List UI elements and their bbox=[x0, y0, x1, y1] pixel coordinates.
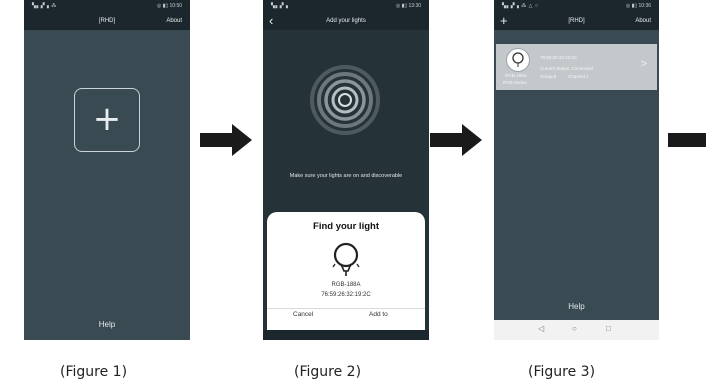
top-bar: [RHD] About bbox=[24, 12, 190, 30]
light-bulb-icon bbox=[512, 52, 524, 67]
add-to-button[interactable]: Add to bbox=[369, 311, 388, 318]
figure2-phone: ▚▖▞▗ ◎ ▮▯ 13:30 ‹ Add your lights Make s… bbox=[263, 0, 429, 340]
top-bar: + [RHD] About bbox=[494, 12, 659, 30]
device-series: RGB Series bbox=[503, 80, 527, 85]
device-group: Group:8 bbox=[540, 74, 557, 79]
find-light-sheet: Find your light RGB-188A 76:59:26:32:19:… bbox=[267, 212, 425, 330]
cancel-button[interactable]: Cancel bbox=[293, 311, 313, 318]
nav-bar: ◁ ○ □ bbox=[494, 320, 659, 340]
figure1-phone: ▚▖▞▗ ⁂ ◎ ▮▯ 10:50 [RHD] About + Help bbox=[24, 0, 190, 340]
status-left: ▚▖▞▗ ⁂ △ ○ bbox=[502, 3, 539, 9]
help-link[interactable]: Help bbox=[24, 320, 190, 329]
about-button[interactable]: About bbox=[635, 12, 651, 30]
device-card[interactable]: RGB-188A RGB Series 76:59:26:32:19:2C Cu… bbox=[496, 44, 657, 90]
device-avatar bbox=[506, 48, 530, 72]
figure1-caption: (Figure 1) bbox=[60, 364, 128, 380]
status-left: ▚▖▞▗ bbox=[271, 3, 289, 9]
device-mac: 76:59:26:32:19:2C bbox=[321, 292, 371, 298]
divider bbox=[267, 308, 425, 309]
nav-bar bbox=[263, 330, 429, 340]
about-button[interactable]: About bbox=[166, 12, 182, 30]
plus-icon: + bbox=[92, 99, 122, 139]
status-bar: ▚▖▞▗ ◎ ▮▯ 13:30 bbox=[263, 0, 429, 12]
light-bulb-icon bbox=[332, 242, 360, 276]
nav-back-icon[interactable]: ◁ bbox=[538, 324, 544, 333]
page-title: Add your lights bbox=[326, 18, 366, 24]
figure3-caption: (Figure 3) bbox=[528, 364, 596, 380]
sheet-title: Find your light bbox=[313, 221, 379, 232]
scanning-rings-icon bbox=[310, 65, 380, 135]
device-model: RGB-188A bbox=[331, 282, 361, 288]
app-title: [RHD] bbox=[568, 18, 585, 24]
status-right: ◎ ▮▯ 10:36 bbox=[625, 3, 651, 9]
arrow-right-icon bbox=[668, 133, 706, 147]
nav-home-icon[interactable]: ○ bbox=[572, 324, 577, 333]
arrow-right-icon bbox=[200, 124, 252, 156]
status-bar: ▚▖▞▗ ⁂ ◎ ▮▯ 10:50 bbox=[24, 0, 190, 12]
device-name: RGB-188A bbox=[505, 73, 527, 78]
discoverable-hint: Make sure your lights are on and discove… bbox=[289, 173, 403, 179]
figure3-phone: ▚▖▞▗ ⁂ △ ○ ◎ ▮▯ 10:36 + [RHD] About RGB-… bbox=[494, 0, 659, 340]
status-right: ◎ ▮▯ 10:50 bbox=[156, 3, 182, 9]
back-icon[interactable]: ‹ bbox=[269, 12, 273, 29]
help-link[interactable]: Help bbox=[494, 302, 659, 311]
add-light-button[interactable]: + bbox=[74, 88, 140, 152]
device-channel: Channel:1 bbox=[568, 74, 589, 79]
nav-recents-icon[interactable]: □ bbox=[606, 324, 611, 333]
device-mac: 76:59:26:32:19:2C bbox=[540, 55, 578, 60]
status-left: ▚▖▞▗ ⁂ bbox=[32, 3, 57, 9]
chevron-right-icon: > bbox=[640, 58, 647, 70]
status-bar: ▚▖▞▗ ⁂ △ ○ ◎ ▮▯ 10:36 bbox=[494, 0, 659, 12]
top-bar: ‹ Add your lights bbox=[263, 12, 429, 30]
add-icon[interactable]: + bbox=[500, 12, 508, 29]
figure2-caption: (Figure 2) bbox=[294, 364, 362, 380]
status-right: ◎ ▮▯ 13:30 bbox=[395, 3, 421, 9]
app-title: [RHD] bbox=[98, 18, 116, 24]
arrow-right-icon bbox=[430, 124, 482, 156]
connection-status: Current Status: Connected bbox=[540, 66, 594, 71]
